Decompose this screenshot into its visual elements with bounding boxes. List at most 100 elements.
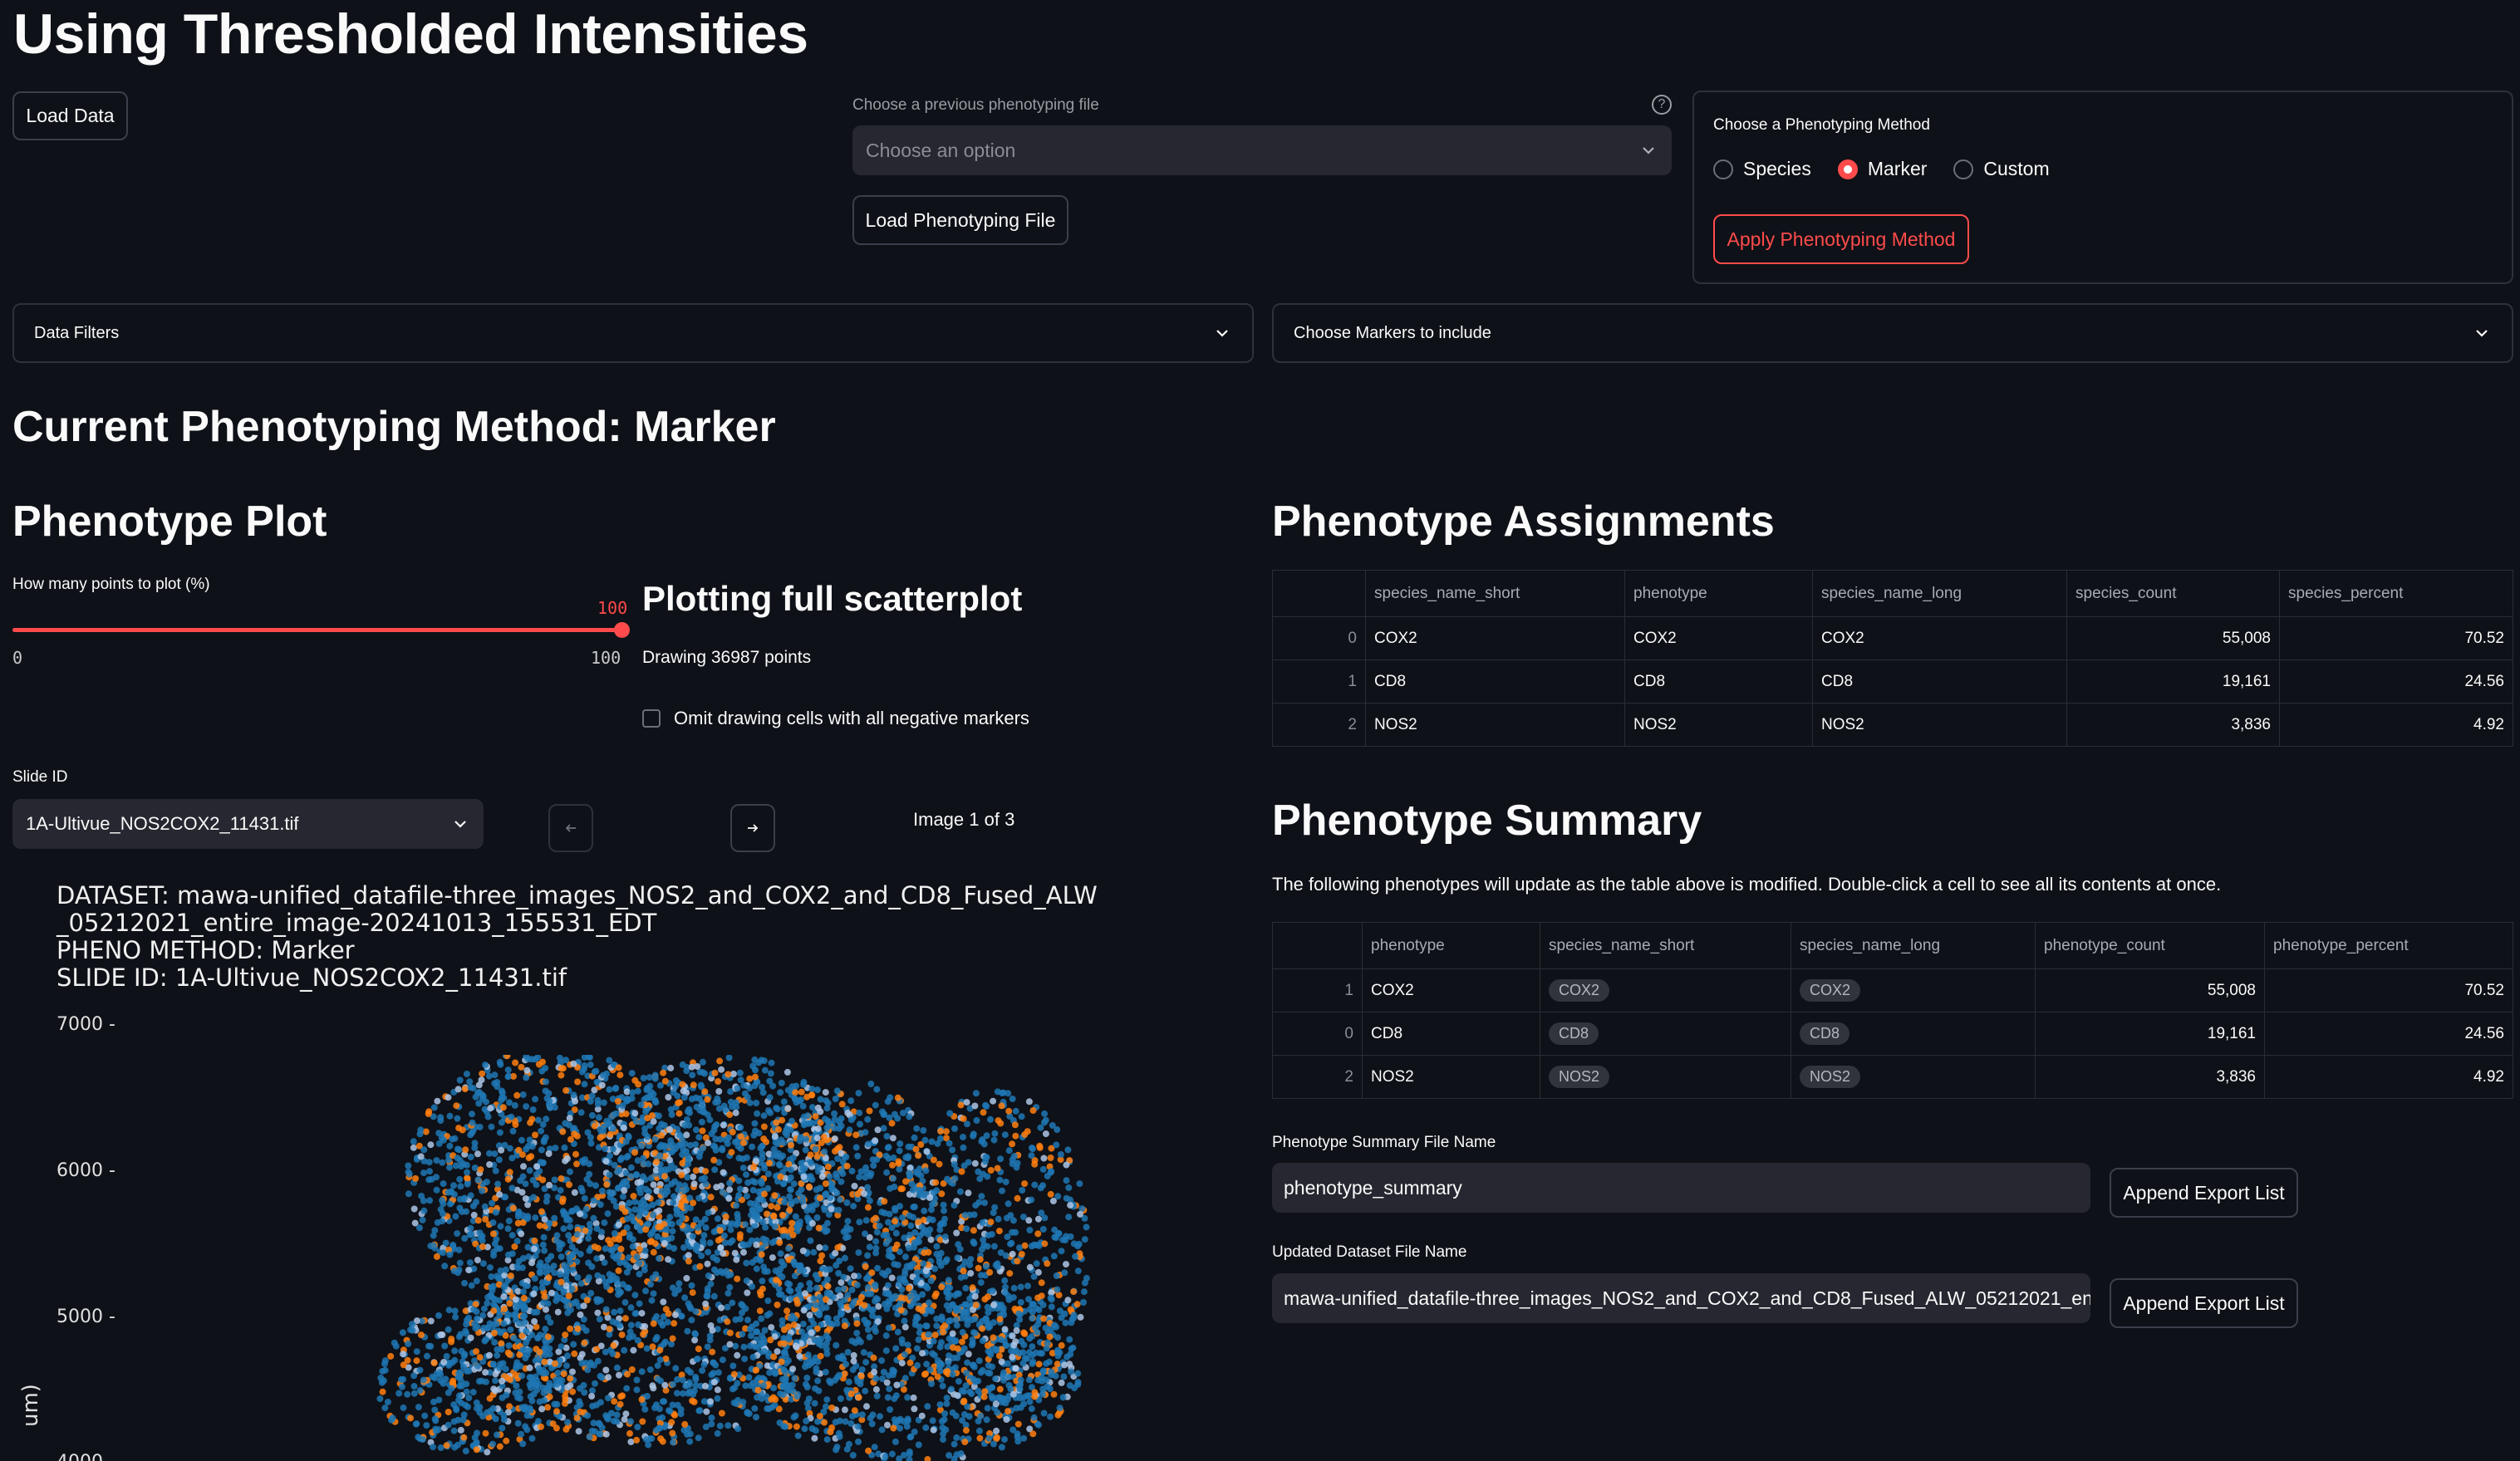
scatter-point	[779, 1180, 787, 1188]
scatter-point	[1044, 1339, 1051, 1346]
radio-marker[interactable]: Marker	[1837, 158, 1927, 180]
scatter-point	[1005, 1147, 1013, 1155]
cell[interactable]: COX2	[1540, 968, 1791, 1012]
cell[interactable]: NOS2	[1362, 1055, 1540, 1099]
table-row[interactable]: 0 CD8 CD8 CD8 19,161 24.56	[1272, 1012, 2513, 1056]
scatter-point	[861, 1316, 868, 1324]
table-row[interactable]: 0 COX2 COX2 COX2 55,008 70.52	[1272, 616, 2513, 660]
scatter-point	[594, 1309, 602, 1316]
cell[interactable]: 70.52	[2264, 968, 2513, 1012]
cell[interactable]: CD8	[1540, 1012, 1791, 1056]
scatter-point	[987, 1167, 995, 1174]
cell[interactable]: 55,008	[2066, 616, 2280, 660]
cell[interactable]: COX2	[1812, 616, 2067, 660]
cell[interactable]: NOS2	[1791, 1055, 2036, 1099]
column-header[interactable]: species_name_long	[1812, 570, 2067, 617]
scatter-point	[760, 1112, 768, 1120]
cell[interactable]: CD8	[1365, 659, 1625, 704]
cell[interactable]: COX2	[1362, 968, 1540, 1012]
append-export-dataset-button[interactable]: Append Export List	[2110, 1278, 2298, 1328]
cell[interactable]: NOS2	[1624, 703, 1813, 747]
cell[interactable]: CD8	[1362, 1012, 1540, 1056]
cell[interactable]: 24.56	[2264, 1012, 2513, 1056]
column-header[interactable]: species_count	[2066, 570, 2280, 617]
table-row[interactable]: 1 COX2 COX2 COX2 55,008 70.52	[1272, 968, 2513, 1012]
cell[interactable]: 55,008	[2035, 968, 2265, 1012]
column-header[interactable]: phenotype_count	[2035, 922, 2265, 969]
scatter-point	[740, 1081, 748, 1089]
load-data-button[interactable]: Load Data	[12, 91, 128, 140]
scatter-point	[598, 1081, 606, 1089]
prev-image-button[interactable]	[548, 804, 593, 852]
cell[interactable]: COX2	[1624, 616, 1813, 660]
help-icon[interactable]: ?	[1652, 95, 1672, 115]
scatter-point	[538, 1423, 544, 1430]
slide-id-select[interactable]: 1A-Ultivue_NOS2COX2_11431.tif	[12, 799, 484, 849]
scatter-point	[1029, 1301, 1036, 1308]
column-header[interactable]: species_percent	[2279, 570, 2513, 617]
cell[interactable]: 3,836	[2066, 703, 2280, 747]
table-row[interactable]: 2 NOS2 NOS2 NOS2 3,836 4.92	[1272, 703, 2513, 747]
column-header[interactable]: phenotype	[1624, 570, 1813, 617]
column-header[interactable]: species_name_short	[1365, 570, 1625, 617]
append-export-summary-button[interactable]: Append Export List	[2110, 1168, 2298, 1218]
cell[interactable]: 70.52	[2279, 616, 2513, 660]
scatter-point	[661, 1173, 668, 1180]
next-image-button[interactable]	[730, 804, 775, 852]
cell[interactable]: 24.56	[2279, 659, 2513, 704]
scatter-point	[496, 1129, 504, 1136]
cell[interactable]: CD8	[1812, 659, 2067, 704]
column-header[interactable]: species_name_long	[1791, 922, 2036, 969]
scatter-point	[850, 1357, 857, 1365]
scatter-point	[788, 1083, 796, 1091]
scatter-point	[989, 1287, 996, 1295]
scatter-point	[985, 1232, 992, 1239]
load-pheno-file-button[interactable]: Load Phenotyping File	[852, 195, 1068, 245]
slider-handle[interactable]	[614, 622, 630, 638]
cell[interactable]: 19,161	[2066, 659, 2280, 704]
pheno-file-select[interactable]: Choose an option	[852, 125, 1672, 175]
cell[interactable]: 19,161	[2035, 1012, 2265, 1056]
scatter-point	[991, 1130, 999, 1137]
radio-species[interactable]: Species	[1713, 158, 1811, 180]
cell[interactable]: NOS2	[1812, 703, 2067, 747]
scatter-point	[944, 1343, 951, 1351]
slider-track[interactable]	[12, 628, 621, 632]
summary-filename-input[interactable]: phenotype_summary	[1272, 1163, 2090, 1213]
cell[interactable]: NOS2	[1540, 1055, 1791, 1099]
column-header[interactable]: phenotype_percent	[2264, 922, 2513, 969]
column-header[interactable]: phenotype	[1362, 922, 1540, 969]
scatter-point	[567, 1135, 574, 1143]
cell[interactable]: NOS2	[1365, 703, 1625, 747]
summary-table[interactable]: phenotype species_name_short species_nam…	[1272, 922, 2513, 1099]
cell[interactable]: CD8	[1624, 659, 1813, 704]
markers-expander[interactable]: Choose Markers to include	[1272, 303, 2513, 363]
scatter-point	[1073, 1301, 1081, 1308]
cell[interactable]: COX2	[1365, 616, 1625, 660]
cell[interactable]: 4.92	[2279, 703, 2513, 747]
scatter-point	[778, 1358, 785, 1365]
scatter-point	[1001, 1436, 1008, 1444]
scatter-point	[987, 1218, 995, 1226]
scatter-point	[519, 1091, 527, 1098]
data-filters-expander[interactable]: Data Filters	[12, 303, 1254, 363]
scatter-point	[887, 1253, 895, 1260]
apply-method-button[interactable]: Apply Phenotyping Method	[1713, 214, 1969, 264]
cell[interactable]: COX2	[1791, 968, 2036, 1012]
radio-custom[interactable]: Custom	[1953, 158, 2050, 180]
scatter-point	[496, 1191, 504, 1199]
cell[interactable]: 4.92	[2264, 1055, 2513, 1099]
omit-negative-checkbox[interactable]: Omit drawing cells with all negative mar…	[642, 708, 1029, 729]
scatter-point	[589, 1402, 597, 1410]
scatter-point	[913, 1125, 921, 1132]
assignments-table[interactable]: species_name_short phenotype species_nam…	[1272, 570, 2513, 747]
cell[interactable]: 3,836	[2035, 1055, 2265, 1099]
scatter-point	[913, 1276, 921, 1283]
dataset-filename-input[interactable]: mawa-unified_datafile-three_images_NOS2_…	[1272, 1273, 2090, 1323]
scatter-point	[858, 1366, 866, 1373]
table-row[interactable]: 2 NOS2 NOS2 NOS2 3,836 4.92	[1272, 1055, 2513, 1099]
cell[interactable]: CD8	[1791, 1012, 2036, 1056]
scatter-point	[463, 1388, 470, 1395]
column-header[interactable]: species_name_short	[1540, 922, 1791, 969]
table-row[interactable]: 1 CD8 CD8 CD8 19,161 24.56	[1272, 659, 2513, 704]
